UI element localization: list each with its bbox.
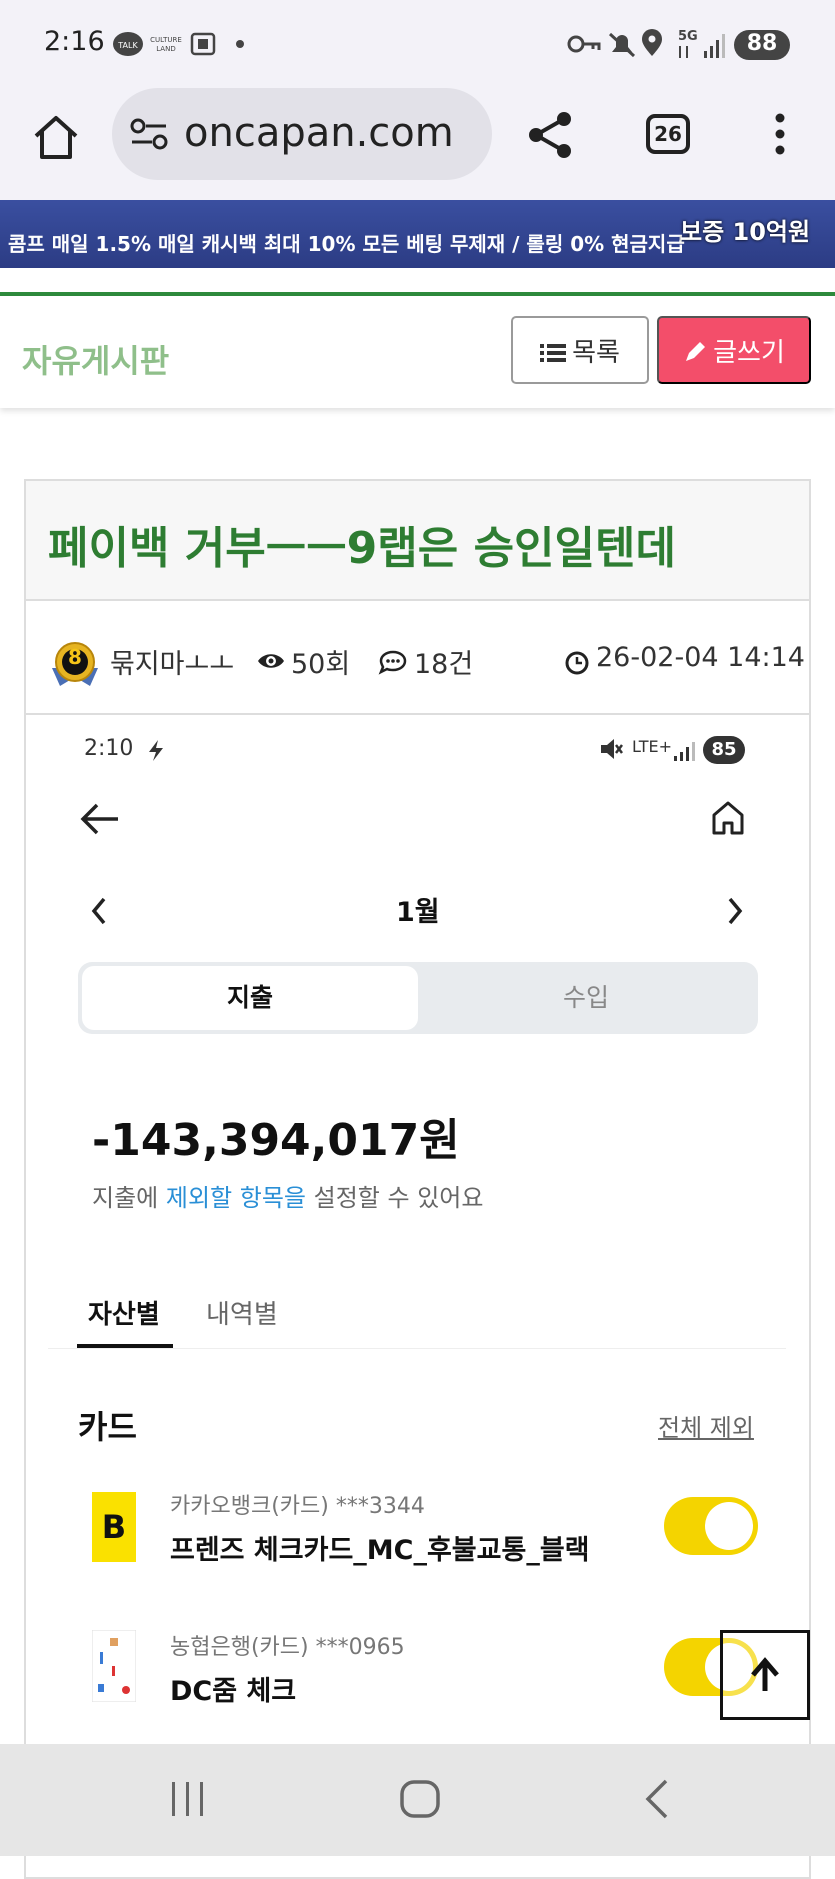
nav-back-icon[interactable] [642, 1778, 672, 1820]
key-icon [567, 35, 601, 53]
home-icon[interactable] [32, 114, 80, 160]
card-bank: 카카오뱅크(카드) ***3344 [170, 1494, 425, 1519]
battery-level: 88 [746, 31, 778, 56]
back-arrow-icon[interactable] [80, 802, 120, 836]
exclude-note-pre: 지출에 [92, 1184, 166, 1212]
comment-icon [378, 650, 407, 675]
prev-month-icon[interactable] [90, 896, 108, 926]
banner-gap [0, 268, 835, 292]
author-name[interactable]: 묶지마ㅗㅗ [110, 642, 234, 681]
view-count: 50회 [291, 649, 351, 680]
screenshot-icon [190, 32, 216, 56]
next-month-icon[interactable] [726, 896, 744, 926]
location-icon [642, 29, 662, 56]
svg-text:CULTURE: CULTURE [150, 36, 182, 44]
card-bank: 농협은행(카드) ***0965 [170, 1635, 405, 1660]
write-button-label: 글쓰기 [713, 336, 785, 367]
svg-text:5G: 5G [678, 29, 698, 44]
ad-banner-text: 콤프 매일 1.5% 매일 캐시백 최대 10% 모든 베팅 무제재 / 롤링 … [8, 232, 685, 256]
signal-icon [704, 34, 725, 58]
mute-icon [608, 32, 636, 58]
nav-home-icon[interactable] [398, 1778, 442, 1820]
write-button[interactable]: 글쓰기 [657, 316, 811, 384]
inner-mute-icon [601, 739, 623, 759]
inner-network: LTE+ [632, 737, 672, 756]
nh-card-image [92, 1630, 136, 1702]
inner-status-time: 2:10 [84, 736, 134, 761]
culture-land-icon: CULTURELAND [150, 36, 182, 53]
status-left-icons: TALK CULTURELAND [113, 32, 244, 56]
talk-icon: TALK [113, 32, 143, 56]
list-button[interactable]: 목록 [511, 316, 649, 384]
url-text: oncapan.com [184, 110, 454, 156]
share-icon[interactable] [526, 110, 576, 160]
tab-by-history[interactable]: 내역별 [206, 1294, 278, 1331]
post-date: 26-02-04 14:14 [596, 642, 805, 673]
recent-apps-icon[interactable] [168, 1780, 208, 1818]
card-toggle[interactable] [664, 1497, 758, 1555]
inner-home-icon[interactable] [710, 800, 746, 836]
segment-expense[interactable]: 지출 [82, 966, 418, 1030]
tab-divider [48, 1348, 786, 1349]
clock-icon [565, 651, 589, 675]
list-button-label: 목록 [572, 336, 620, 367]
author-level: 8 [68, 645, 82, 669]
5g-icon: 5G [678, 29, 698, 58]
exclude-items-link[interactable]: 제외할 항목을 [166, 1184, 306, 1212]
tab-switcher-button[interactable]: 26 [646, 114, 690, 154]
total-amount: -143,394,017원 [92, 1115, 460, 1166]
status-time: 2:16 [44, 26, 105, 57]
address-bar[interactable]: oncapan.com [112, 88, 492, 180]
eye-icon [258, 654, 284, 668]
comment-count: 18건 [414, 649, 474, 680]
site-settings-icon[interactable] [130, 118, 170, 150]
month-label: 1월 [396, 897, 440, 928]
card-name: 프렌즈 체크카드_MC_후불교통_블랙 [170, 1535, 590, 1566]
svg-text:LAND: LAND [156, 45, 175, 53]
board-title[interactable]: 자유게시판 [22, 336, 169, 382]
card-section-title: 카드 [78, 1408, 137, 1446]
tab-by-asset[interactable]: 자산별 [88, 1294, 160, 1331]
scroll-to-top-button[interactable] [720, 1630, 810, 1720]
exclude-all-link[interactable]: 전체 제외 [658, 1408, 754, 1443]
more-menu-icon[interactable] [770, 112, 790, 156]
list-icon [540, 343, 567, 362]
exclude-note: 지출에 제외할 항목을 설정할 수 있어요 [92, 1178, 483, 1213]
kakaobank-logo-letter: B [101, 1508, 127, 1546]
inner-signal-icon [674, 742, 695, 761]
post-title: 페이백 거부ㅡㅡ9랩은 승인일텐데 [48, 523, 676, 574]
exclude-note-post: 설정할 수 있어요 [305, 1184, 484, 1212]
tab-indicator [77, 1344, 173, 1348]
ad-banner-badge: 보증 10억원 [680, 218, 811, 246]
toggle-knob [705, 1502, 753, 1550]
arrow-up-icon [751, 1657, 779, 1691]
svg-text:TALK: TALK [117, 41, 138, 50]
segment-income[interactable]: 수입 [418, 966, 754, 1030]
charging-icon [149, 740, 163, 761]
card-name: DC줌 체크 [170, 1676, 297, 1707]
pencil-icon [686, 341, 706, 361]
inner-battery: 85 [703, 736, 745, 764]
dot-icon [236, 40, 244, 48]
